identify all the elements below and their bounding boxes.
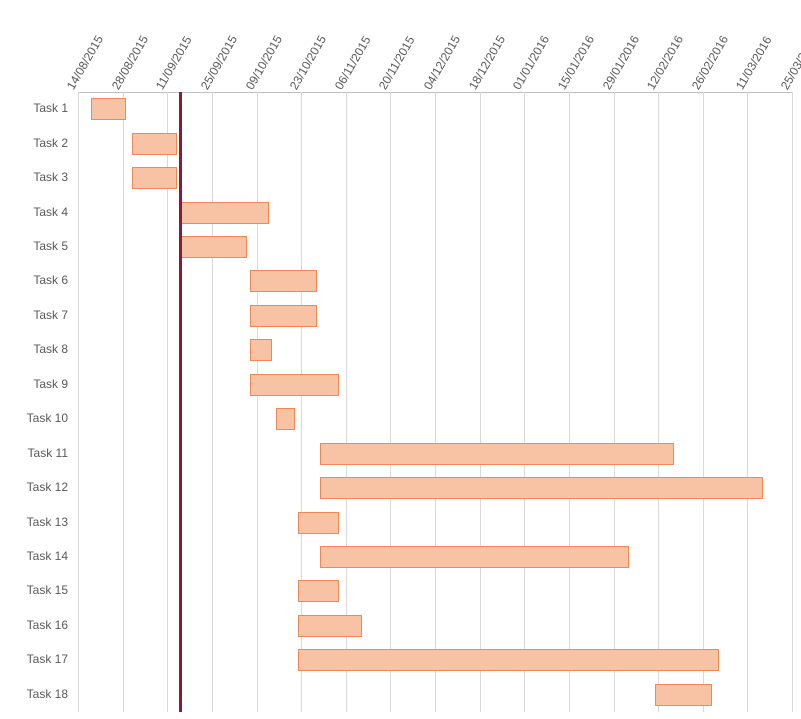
y-tick-label: Task 10 [0, 411, 68, 425]
x-tick-label: 28/08/2015 [109, 33, 151, 92]
task-bar [655, 684, 712, 706]
x-tick-label: 29/01/2016 [599, 33, 641, 92]
x-tick-label: 23/10/2015 [287, 33, 329, 92]
y-tick-label: Task 13 [0, 515, 68, 529]
gridline [703, 92, 704, 712]
gridline [78, 92, 79, 712]
task-bar [320, 477, 763, 499]
x-tick-label: 25/03/2016 [778, 33, 801, 92]
gridline [123, 92, 124, 712]
gridline [614, 92, 615, 712]
gridline [569, 92, 570, 712]
gridline [658, 92, 659, 712]
x-tick-label: 01/01/2016 [510, 33, 552, 92]
x-tick-label: 06/11/2015 [332, 34, 374, 92]
y-tick-label: Task 6 [0, 273, 68, 287]
gridline [524, 92, 525, 712]
task-bar [250, 374, 339, 396]
task-bar [132, 167, 177, 189]
y-tick-label: Task 17 [0, 652, 68, 666]
x-tick-label: 15/01/2016 [555, 33, 597, 92]
x-tick-label: 26/02/2016 [689, 33, 731, 92]
task-bar [276, 408, 295, 430]
today-line [179, 92, 182, 712]
y-tick-label: Task 14 [0, 549, 68, 563]
task-bar [91, 98, 126, 120]
task-bar [298, 649, 719, 671]
gridline [390, 92, 391, 712]
task-bar [298, 512, 339, 534]
x-tick-label: 11/09/2015 [153, 34, 195, 92]
task-bar [180, 202, 269, 224]
x-tick-label: 11/03/2016 [733, 34, 775, 92]
y-tick-label: Task 4 [0, 205, 68, 219]
x-tick-label: 04/12/2015 [421, 33, 463, 92]
gridline [792, 92, 793, 712]
y-tick-label: Task 11 [0, 446, 68, 460]
x-tick-label: 09/10/2015 [242, 33, 284, 92]
y-tick-label: Task 3 [0, 170, 68, 184]
task-bar [298, 580, 339, 602]
y-tick-label: Task 7 [0, 308, 68, 322]
x-tick-label: 14/08/2015 [64, 33, 106, 92]
y-tick-label: Task 18 [0, 687, 68, 701]
gridline [747, 92, 748, 712]
task-bar [180, 236, 247, 258]
x-tick-label: 20/11/2015 [376, 34, 418, 92]
gridline [212, 92, 213, 712]
x-tick-label: 18/12/2015 [466, 33, 508, 92]
task-bar [250, 339, 272, 361]
gridline [480, 92, 481, 712]
gridline [257, 92, 258, 712]
gridline [435, 92, 436, 712]
y-tick-label: Task 15 [0, 583, 68, 597]
y-tick-label: Task 16 [0, 618, 68, 632]
gantt-chart: 14/08/201528/08/201511/09/201525/09/2015… [0, 0, 801, 719]
task-bar [298, 615, 362, 637]
x-tick-label: 25/09/2015 [198, 33, 240, 92]
task-bar [132, 133, 177, 155]
task-bar [250, 305, 317, 327]
task-bar [320, 546, 629, 568]
y-tick-label: Task 2 [0, 136, 68, 150]
y-tick-label: Task 9 [0, 377, 68, 391]
task-bar [320, 443, 674, 465]
y-tick-label: Task 1 [0, 101, 68, 115]
y-tick-label: Task 8 [0, 342, 68, 356]
task-bar [250, 270, 317, 292]
x-tick-label: 12/02/2016 [644, 33, 686, 92]
y-tick-label: Task 5 [0, 239, 68, 253]
y-tick-label: Task 12 [0, 480, 68, 494]
